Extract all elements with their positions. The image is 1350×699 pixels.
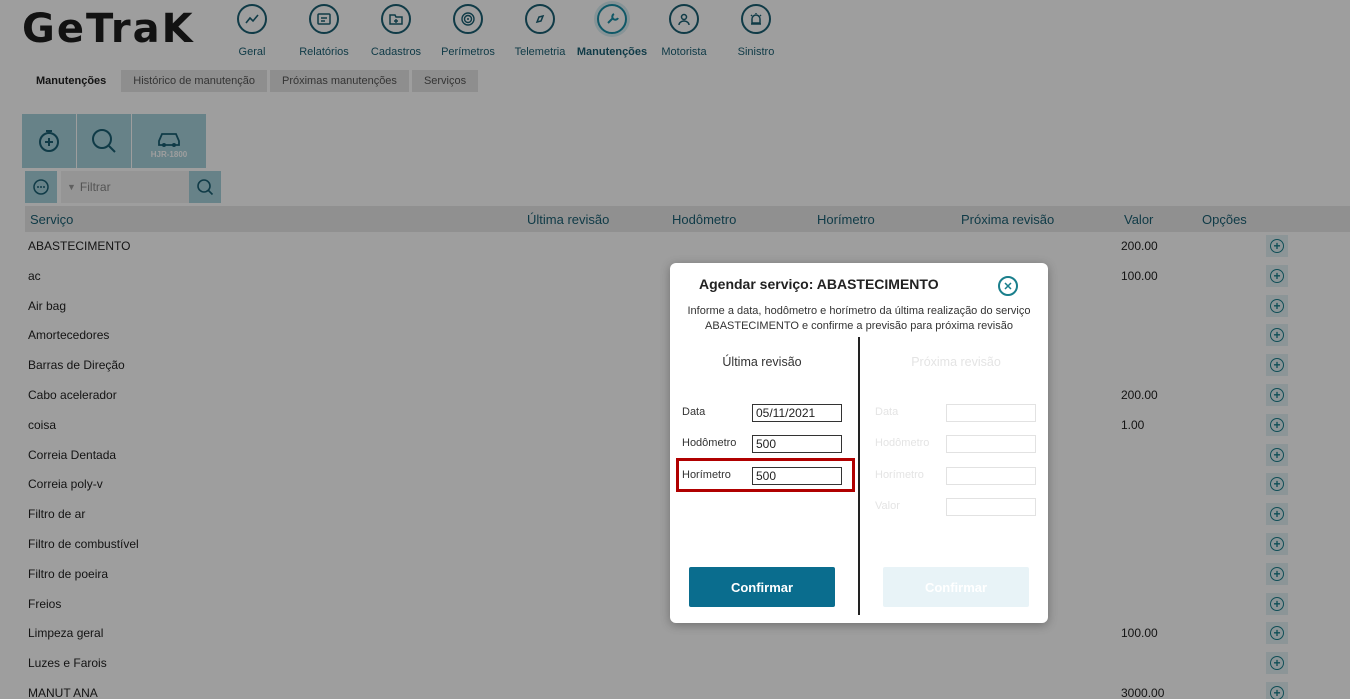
next-horimetro-input[interactable] <box>946 467 1036 485</box>
column-divider <box>858 337 860 615</box>
next-data-input[interactable] <box>946 404 1036 422</box>
next-revision-title: Próxima revisão <box>911 355 1001 369</box>
next-hodometro-input[interactable] <box>946 435 1036 453</box>
modal-description-line2: ABASTECIMENTO e confirme a previsão para… <box>705 320 1013 332</box>
confirm-last-button[interactable]: Confirmar <box>689 567 835 607</box>
highlight-box <box>676 458 855 492</box>
confirm-next-button[interactable]: Confirmar <box>883 567 1029 607</box>
modal-description-line1: Informe a data, hodômetro e horímetro da… <box>687 305 1031 317</box>
next-data-label: Data <box>875 406 899 418</box>
next-valor-input[interactable] <box>946 498 1036 516</box>
next-valor-label: Valor <box>875 500 900 512</box>
last-hodometro-input[interactable]: 500 <box>752 435 842 453</box>
last-revision-title: Última revisão <box>722 355 802 369</box>
last-data-label: Data <box>682 406 706 418</box>
modal-description: Informe a data, hodômetro e horímetro da… <box>670 304 1048 334</box>
next-hodometro-label: Hodômetro <box>875 437 930 449</box>
last-data-input[interactable]: 05/11/2021 <box>752 404 842 422</box>
schedule-service-modal: Agendar serviço: ABASTECIMENTO ✕ Informe… <box>670 263 1048 623</box>
last-hodometro-label: Hodômetro <box>682 437 737 449</box>
modal-title: Agendar serviço: ABASTECIMENTO <box>699 276 939 292</box>
next-horimetro-label: Horímetro <box>875 469 924 481</box>
close-icon[interactable]: ✕ <box>998 276 1018 296</box>
